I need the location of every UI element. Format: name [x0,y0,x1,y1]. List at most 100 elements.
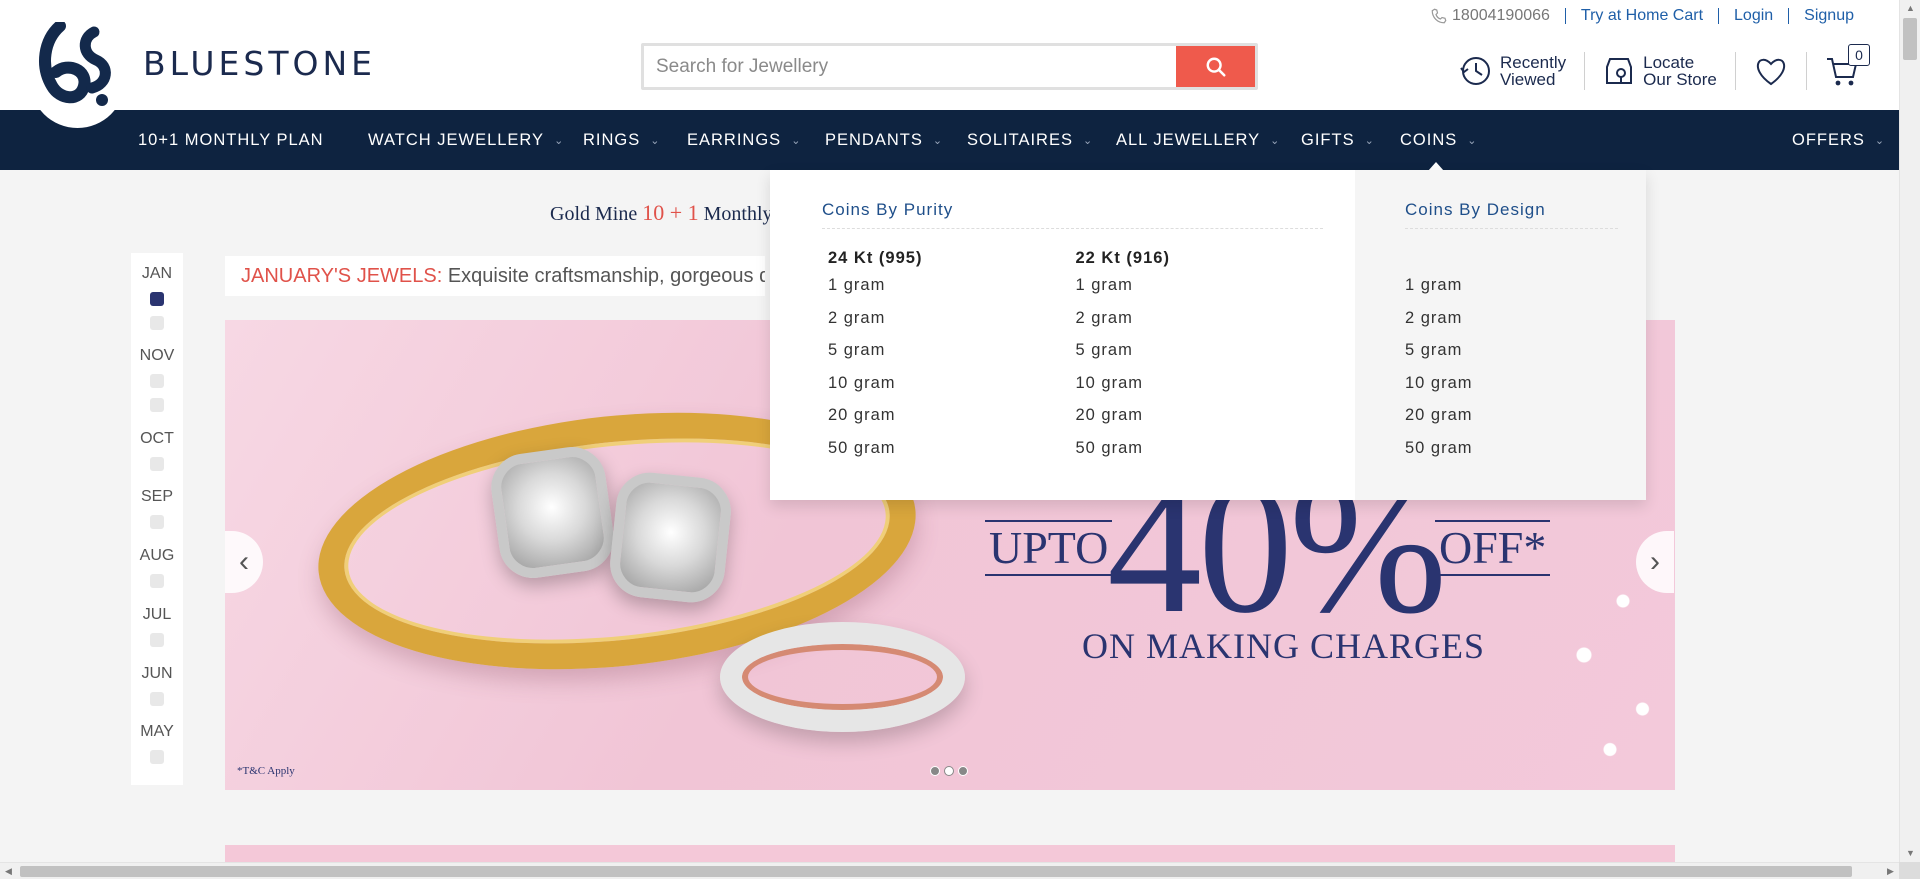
earring-image-right [606,469,735,606]
coin-link[interactable]: 10 gram [1076,371,1324,404]
coin-link[interactable]: 10 gram [828,371,1076,404]
nav-item-rings[interactable]: RINGS ⌄ [583,110,660,170]
nav-label: COINS [1400,130,1458,149]
scroll-right-icon[interactable]: ▶ [1882,863,1899,879]
carousel-dot[interactable] [958,766,968,776]
month-label-aug[interactable]: AUG [131,547,183,565]
jewels-of-month-bar: JANUARY'S JEWELS: Exquisite craftsmanshi… [225,256,765,296]
wishlist-button[interactable] [1754,56,1788,86]
month-dot[interactable] [150,316,164,330]
purity-22kt-column: 22 Kt (916) 1 gram 2 gram 5 gram 10 gram… [1076,243,1324,468]
signup-link[interactable]: Signup [1804,7,1854,25]
coin-link[interactable]: 20 gram [1076,403,1324,436]
nav-item-offers[interactable]: OFFERS ⌄ [1792,110,1885,170]
divider [1718,8,1720,24]
month-dot[interactable] [150,574,164,588]
nav-label: EARRINGS [687,130,782,149]
coin-link[interactable]: 5 gram [1405,338,1618,371]
month-dot[interactable] [150,398,164,412]
coin-link[interactable]: 20 gram [1405,403,1618,436]
carousel-dot[interactable] [930,766,940,776]
scroll-thumb[interactable] [1903,18,1917,60]
nav-item-all-jewellery[interactable]: ALL JEWELLERY ⌄ [1116,110,1280,170]
month-dot[interactable] [150,633,164,647]
coins-by-design-heading[interactable]: Coins By Design [1405,200,1618,229]
nav-item-gifts[interactable]: GIFTS ⌄ [1301,110,1375,170]
coin-link[interactable]: 5 gram [828,338,1076,371]
nav-item-watch-jewellery[interactable]: WATCH JEWELLERY ⌄ [368,110,564,170]
carousel-dot-active[interactable] [944,766,954,776]
chevron-down-icon: ⌄ [1874,134,1886,147]
monthly-plan-promo[interactable]: Gold Mine 10 + 1 Monthly [550,200,773,226]
coin-link[interactable]: 5 gram [1076,338,1324,371]
month-label-jun[interactable]: JUN [131,665,183,683]
coin-link[interactable]: 50 gram [1405,436,1618,469]
phone-contact[interactable]: 18004190066 [1430,7,1550,25]
recently-viewed-button[interactable]: Recently Viewed [1458,54,1566,88]
month-label-sep[interactable]: SEP [131,488,183,506]
scroll-left-icon[interactable]: ◀ [0,863,17,879]
divider [1734,52,1736,90]
nav-label: SOLITAIRES [967,130,1073,149]
nav-item-coins[interactable]: COINS ⌄ [1400,110,1478,171]
month-label-nov[interactable]: NOV [131,347,183,365]
coin-link[interactable]: 1 gram [1076,273,1324,306]
search-button[interactable] [1176,46,1255,87]
chevron-down-icon: ⌄ [1082,134,1094,147]
month-label-jan[interactable]: JAN [131,265,183,283]
jewels-title: JANUARY'S JEWELS: [241,265,443,287]
recently-viewed-label-2: Viewed [1500,70,1556,89]
nav-label: PENDANTS [825,130,923,149]
month-dot[interactable] [150,457,164,471]
nav-label: ALL JEWELLERY [1116,130,1261,149]
nav-item-monthly-plan[interactable]: 10+1 MONTHLY PLAN [138,110,324,170]
main-nav: 10+1 MONTHLY PLAN WATCH JEWELLERY ⌄ RINGS… [0,110,1899,171]
coin-link[interactable]: 50 gram [1076,436,1324,469]
coin-link[interactable]: 2 gram [828,306,1076,339]
scroll-up-icon[interactable]: ▲ [1900,0,1920,17]
login-link[interactable]: Login [1734,7,1773,25]
phone-number: 18004190066 [1452,7,1550,24]
coin-link[interactable]: 20 gram [828,403,1076,436]
nav-item-solitaires[interactable]: SOLITAIRES ⌄ [967,110,1093,170]
chevron-down-icon: ⌄ [791,134,802,147]
chevron-down-icon: ⌄ [554,134,565,147]
locate-store-button[interactable]: Locate Our Store [1603,54,1717,88]
scrollbar-corner [1899,862,1920,879]
purity-24kt-title[interactable]: 24 Kt (995) [828,243,1076,273]
purity-22kt-title[interactable]: 22 Kt (916) [1076,243,1324,273]
coin-link[interactable]: 50 gram [828,436,1076,469]
month-dot[interactable] [150,692,164,706]
search-input[interactable] [644,46,1176,87]
month-label-oct[interactable]: OCT [131,430,183,448]
chevron-down-icon: ⌄ [1467,134,1478,147]
brand-name[interactable]: BLUESTONE [143,44,376,83]
carousel-dots [930,766,968,776]
scroll-thumb[interactable] [20,866,1852,877]
promo-suffix: Monthly [698,203,773,225]
coin-link[interactable]: 1 gram [828,273,1076,306]
chevron-down-icon: ⌄ [1270,134,1281,147]
coin-link[interactable]: 2 gram [1076,306,1324,339]
divider [1564,8,1566,24]
scroll-down-icon[interactable]: ▼ [1900,845,1920,862]
coin-link[interactable]: 10 gram [1405,371,1618,404]
month-label-may[interactable]: MAY [131,723,183,741]
nav-label: OFFERS [1792,130,1865,149]
month-dot-active[interactable] [150,292,164,306]
try-at-home-link[interactable]: Try at Home Cart [1581,7,1703,25]
coin-link[interactable]: 1 gram [1405,273,1618,306]
nav-item-pendants[interactable]: PENDANTS ⌄ [825,110,943,170]
bluestone-logo-icon[interactable] [38,22,118,108]
month-dot[interactable] [150,374,164,388]
coins-by-design-section: Coins By Design 1 gram 2 gram 5 gram 10 … [1355,170,1646,500]
coin-link[interactable]: 2 gram [1405,306,1618,339]
vertical-scrollbar[interactable]: ▲ ▼ [1899,0,1920,862]
horizontal-scrollbar[interactable]: ◀ ▶ [0,862,1899,879]
purity-24kt-column: 24 Kt (995) 1 gram 2 gram 5 gram 10 gram… [828,243,1076,468]
month-label-jul[interactable]: JUL [131,606,183,624]
month-dot[interactable] [150,750,164,764]
nav-item-earrings[interactable]: EARRINGS ⌄ [687,110,801,170]
coins-by-purity-heading[interactable]: Coins By Purity [822,200,1323,229]
month-dot[interactable] [150,515,164,529]
